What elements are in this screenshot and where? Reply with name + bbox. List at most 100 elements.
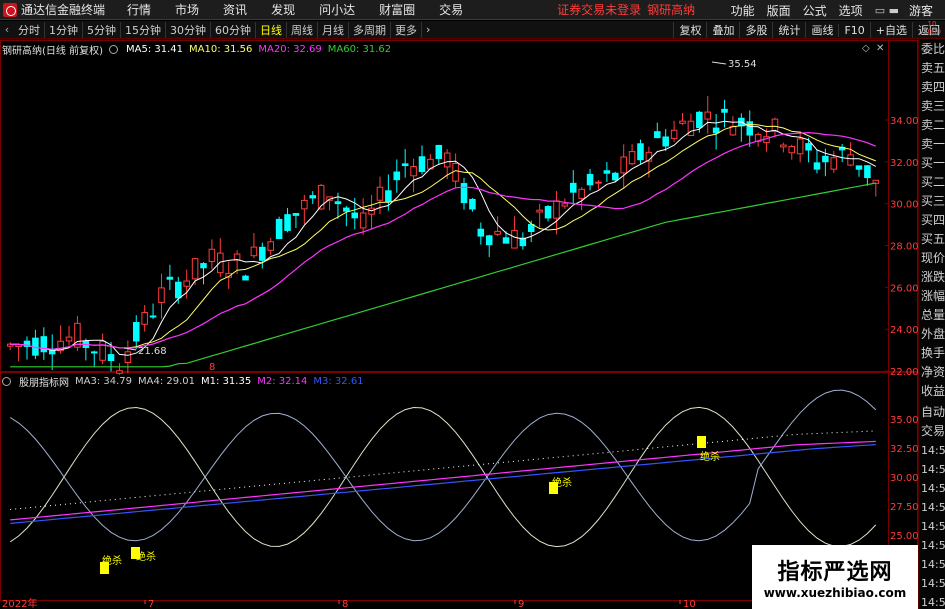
candle-body [309, 195, 317, 199]
candle-body [116, 370, 123, 374]
candle-body [359, 212, 367, 229]
price-tick: 22.00 [890, 367, 918, 378]
signal-text-3: 绝杀 [552, 476, 572, 489]
candle-body [292, 213, 300, 216]
tick-time: 14:56 [921, 501, 945, 514]
side-item-trade-1[interactable]: 交易 [919, 422, 945, 441]
candle-body [494, 230, 501, 235]
sub-axis: 35.00 32.50 30.00 27.50 25.00 [890, 415, 918, 542]
signal-markers [100, 436, 706, 574]
candle-body [847, 154, 854, 166]
side-item-buy5: 买五 [921, 232, 945, 246]
candle-body [485, 235, 493, 246]
candle-body [712, 127, 720, 134]
candle-body [553, 200, 560, 219]
candle-body [183, 280, 190, 287]
ma5-line [10, 120, 877, 356]
year-label: 2022年 [2, 597, 37, 609]
candle-body [654, 131, 661, 139]
sub-tick: 32.50 [890, 444, 918, 455]
month-label: 9 [518, 599, 524, 609]
ma20-line [10, 131, 877, 350]
candle-body [376, 186, 384, 201]
candle-body [141, 312, 148, 325]
tick-time: 14:56 [921, 596, 945, 609]
candle-body [527, 223, 535, 233]
candle-body [107, 354, 115, 361]
indicator-title: 股朋指标网 [19, 377, 69, 389]
close-icon[interactable]: ✕ [876, 43, 884, 54]
tick-time: 14:56 [921, 463, 945, 476]
price-axis: 34.00 32.00 30.00 28.00 26.00 24.00 22.00 [890, 116, 918, 378]
sub-tick: 25.00 [890, 531, 918, 542]
signal-marker [697, 436, 706, 448]
side-item-pct: 涨幅 [921, 289, 945, 303]
tick-time: 14:56 [921, 520, 945, 533]
candle-body [628, 151, 636, 165]
candle-body [813, 162, 821, 170]
diamond-icon[interactable]: ◇ [862, 43, 870, 54]
candle-body [578, 188, 585, 199]
m2-value: M2: 32.14 [257, 375, 308, 387]
candle-body [544, 206, 552, 219]
candle-body [460, 183, 468, 204]
settings-dot-icon[interactable] [2, 376, 11, 386]
candle-body [208, 248, 216, 262]
candle-body [771, 118, 779, 132]
main-chart-frame [0, 40, 918, 372]
candle-body [435, 144, 443, 159]
side-item-sell3: 卖三 [921, 99, 945, 113]
candle-body [393, 171, 401, 181]
price-tick: 34.00 [890, 116, 918, 127]
candle-body [242, 275, 249, 281]
ma5-value: MA5: 31.41 [125, 43, 183, 55]
side-item-sell5: 卖五 [921, 61, 945, 75]
candle-body [620, 156, 627, 174]
settings-dot-icon[interactable] [108, 44, 118, 54]
low-price-label: 21.68 [138, 346, 167, 357]
candle-body [780, 144, 787, 148]
candle-body [267, 241, 274, 251]
sub-tick: 35.00 [890, 415, 918, 426]
candle-body [90, 351, 98, 354]
side-item-buy3: 买三 [921, 194, 945, 208]
candle-body [511, 229, 518, 249]
candle-body [687, 120, 695, 136]
candle-body [175, 281, 182, 299]
m3-line [10, 444, 876, 524]
candle-body [855, 165, 863, 170]
candle-body [343, 207, 350, 212]
m3-value: M3: 32.61 [313, 375, 364, 387]
candle-body [830, 157, 838, 170]
candle-body [99, 340, 106, 361]
ma3-value: MA3: 34.79 [75, 375, 133, 387]
quote-side-panel: 委比 卖五 卖四 卖三 卖二 卖一 买一 买二 买三 买四 买五 现价 涨跌 涨幅 总量 外盘 换手 净资 收益 自动… [918, 40, 945, 609]
side-item-sell2: 卖二 [921, 118, 945, 132]
side-item-trade-0[interactable]: 自动 [919, 403, 945, 422]
candlesticks [6, 95, 880, 375]
side-item-sell4: 卖四 [921, 80, 945, 94]
candle-body [586, 173, 594, 186]
candle-body [191, 258, 199, 280]
ma4-value: MA4: 29.01 [138, 375, 196, 387]
ma3-line [9, 406, 877, 548]
candle-body [679, 120, 686, 124]
candle-body [124, 351, 132, 363]
indicator-lines [9, 389, 877, 548]
signal-text-2: 绝杀 [136, 550, 156, 563]
candle-body [662, 136, 669, 147]
kline-chart[interactable]: 34.00 32.00 30.00 28.00 26.00 24.00 22.00 35.0… [0, 0, 918, 609]
ma4-line [9, 389, 877, 542]
candle-body [561, 203, 569, 207]
candle-body [536, 209, 543, 213]
ma60-line [10, 182, 876, 368]
watermark-title: 指标严选网 [777, 560, 893, 585]
side-item-weibi: 委比 [921, 42, 945, 56]
candle-body [149, 315, 157, 318]
candle-body [351, 212, 359, 219]
ma20-value: MA20: 32.69 [258, 43, 322, 55]
candle-body [502, 237, 510, 244]
candle-body [301, 199, 308, 210]
candle-body [65, 336, 73, 342]
side-item-buy4: 买四 [921, 213, 945, 227]
